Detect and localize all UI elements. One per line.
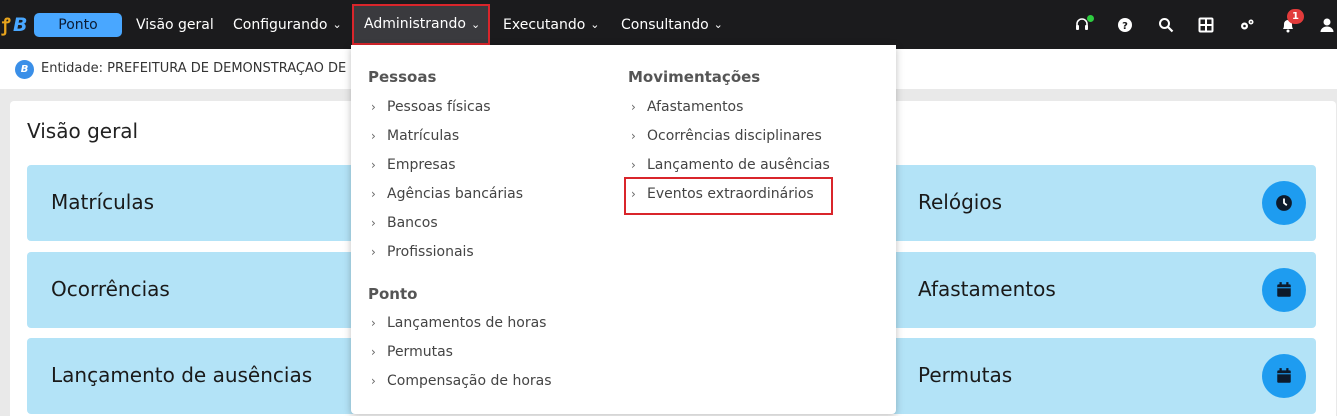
menu-item-permutas[interactable]: › Permutas	[371, 342, 453, 362]
chevron-right-icon: ›	[371, 187, 376, 201]
calendar-icon	[1262, 268, 1306, 312]
settings-icon[interactable]	[1238, 16, 1256, 34]
grid-icon[interactable]	[1197, 16, 1215, 34]
chevron-right-icon: ›	[371, 374, 376, 388]
tile-label: Lançamento de ausências	[51, 363, 313, 387]
nav-consultando[interactable]: Consultando ⌄	[621, 15, 723, 35]
highlight-box	[624, 177, 833, 215]
nav-visao-geral-label: Visão geral	[136, 17, 214, 33]
chevron-right-icon: ›	[371, 158, 376, 172]
tile-label: Relógios	[918, 190, 1003, 214]
chevron-down-icon: ⌄	[713, 18, 723, 31]
chevron-right-icon: ›	[631, 129, 636, 143]
chevron-right-icon: ›	[371, 316, 376, 330]
menu-item-lancamento-de-ausencias[interactable]: › Lançamento de ausências	[631, 155, 830, 175]
user-icon[interactable]	[1318, 16, 1336, 34]
menu-heading-ponto: Ponto	[368, 285, 418, 303]
tile-afastamentos[interactable]: Afastamentos	[880, 252, 1316, 328]
logo-b-icon: B	[13, 14, 28, 36]
chevron-right-icon: ›	[371, 345, 376, 359]
menu-item-pessoas-fisicas[interactable]: › Pessoas físicas	[371, 97, 491, 117]
menu-item-lancamentos-de-horas[interactable]: › Lançamentos de horas	[371, 313, 546, 333]
nav-administrando[interactable]: Administrando ⌄	[352, 4, 490, 45]
tile-label: Afastamentos	[918, 277, 1056, 301]
tile-relogios[interactable]: Relógios	[880, 165, 1316, 241]
menu-item-bancos[interactable]: › Bancos	[371, 213, 438, 233]
search-icon[interactable]	[1157, 16, 1175, 34]
online-status-dot	[1087, 15, 1094, 22]
menu-item-compensacao-de-horas[interactable]: › Compensação de horas	[371, 371, 552, 391]
tile-label: Ocorrências	[51, 277, 170, 301]
menu-item-empresas[interactable]: › Empresas	[371, 155, 456, 175]
notification-badge: 1	[1287, 9, 1304, 24]
nav-executando-label: Executando	[503, 17, 586, 33]
menu-item-afastamentos[interactable]: › Afastamentos	[631, 97, 743, 117]
tile-label: Matrículas	[51, 190, 155, 214]
logo[interactable]: ꝭ B	[2, 13, 36, 37]
chevron-down-icon: ⌄	[332, 18, 342, 31]
menu-item-profissionais[interactable]: › Profissionais	[371, 242, 474, 262]
chevron-right-icon: ›	[631, 100, 636, 114]
app-name-badge[interactable]: Ponto	[34, 13, 122, 37]
tile-label: Permutas	[918, 363, 1013, 387]
svg-text:?: ?	[1122, 21, 1128, 32]
chevron-right-icon: ›	[371, 216, 376, 230]
chevron-right-icon: ›	[371, 100, 376, 114]
page-title: Visão geral	[27, 119, 139, 143]
menu-item-ocorrencias-disciplinares[interactable]: › Ocorrências disciplinares	[631, 126, 822, 146]
menu-item-matriculas[interactable]: › Matrículas	[371, 126, 459, 146]
help-icon[interactable]: ?	[1116, 16, 1134, 34]
chevron-down-icon: ⌄	[590, 18, 600, 31]
nav-executando[interactable]: Executando ⌄	[503, 15, 600, 35]
chevron-right-icon: ›	[371, 245, 376, 259]
nav-consultando-label: Consultando	[621, 17, 709, 33]
entity-label[interactable]: Entidade: PREFEITURA DE DEMONSTRAÇÃO DE	[41, 61, 351, 76]
menu-heading-pessoas: Pessoas	[368, 68, 437, 86]
logo-ribbon-icon: ꝭ	[2, 15, 11, 36]
chevron-right-icon: ›	[371, 129, 376, 143]
tile-permutas[interactable]: Permutas	[880, 338, 1316, 414]
calendar-icon	[1262, 354, 1306, 398]
chevron-down-icon: ⌄	[470, 18, 481, 31]
nav-visao-geral[interactable]: Visão geral	[136, 15, 214, 35]
nav-administrando-label: Administrando	[364, 16, 466, 32]
nav-configurando-label: Configurando	[233, 17, 328, 33]
top-navbar: ꝭ B Ponto Visão geral Configurando ⌄ Admi…	[0, 0, 1337, 49]
clock-icon	[1262, 181, 1306, 225]
menu-heading-movimentacoes: Movimentações	[628, 68, 761, 86]
nav-configurando[interactable]: Configurando ⌄	[233, 15, 342, 35]
chevron-right-icon: ›	[631, 158, 636, 172]
entity-badge-icon: B	[15, 60, 34, 79]
menu-item-agencias-bancarias[interactable]: › Agências bancárias	[371, 184, 523, 204]
